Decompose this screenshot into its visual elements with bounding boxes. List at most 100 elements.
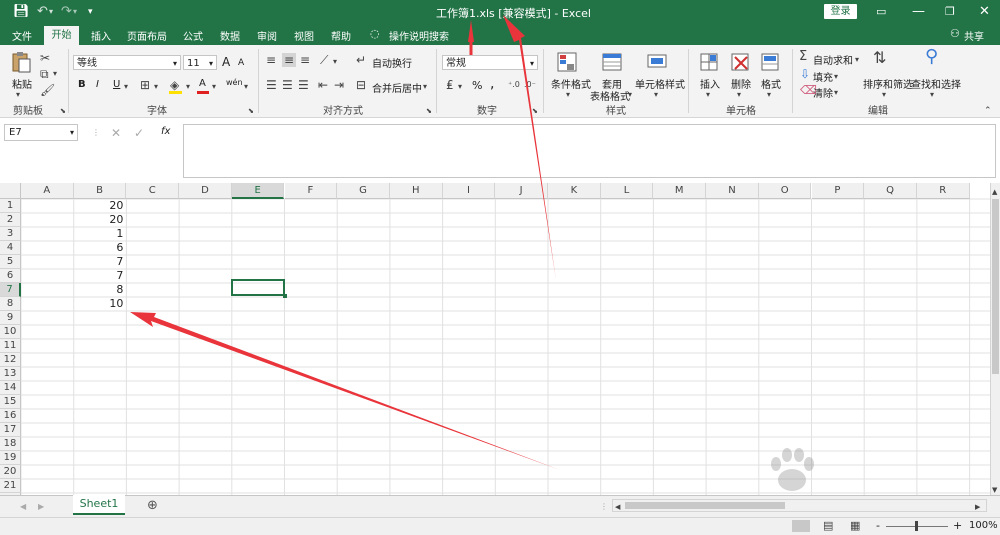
tab-data[interactable]: 数据: [220, 28, 240, 43]
cell-b5[interactable]: 7: [74, 255, 123, 269]
column-header-h[interactable]: H: [389, 183, 443, 199]
column-header-n[interactable]: N: [706, 183, 759, 199]
sort-filter-icon[interactable]: ⇅: [873, 50, 886, 66]
format-as-table-dropdown-icon[interactable]: ▾: [628, 88, 632, 102]
paste-button[interactable]: 粘贴: [12, 76, 32, 91]
page-break-view-icon[interactable]: ▦: [850, 519, 860, 533]
row-header-9[interactable]: 9: [0, 311, 21, 325]
phonetic-dropdown-icon[interactable]: ▾: [244, 80, 248, 94]
column-header-e[interactable]: E: [231, 183, 285, 199]
cell-b3[interactable]: 1: [74, 227, 123, 241]
fill-color-icon[interactable]: ◈: [170, 78, 179, 92]
format-as-table-label-2[interactable]: 表格格式: [590, 88, 630, 103]
row-header-19[interactable]: 19: [0, 451, 21, 465]
paste-icon[interactable]: [10, 51, 32, 73]
vertical-scrollbar[interactable]: ▲ ▼: [990, 183, 1000, 495]
row-header-17[interactable]: 17: [0, 423, 21, 437]
merge-dropdown-icon[interactable]: ▾: [423, 80, 427, 94]
insert-cells-icon[interactable]: [698, 51, 720, 73]
bold-button[interactable]: B: [78, 79, 86, 90]
row-header-11[interactable]: 11: [0, 339, 21, 353]
wrap-text-icon[interactable]: ↵: [356, 53, 366, 67]
formula-input[interactable]: [183, 124, 996, 178]
tab-insert[interactable]: 插入: [91, 28, 111, 43]
font-size-combo[interactable]: 11 ▾: [183, 55, 217, 70]
grow-font-button[interactable]: A: [222, 55, 230, 69]
fill-handle[interactable]: [283, 294, 287, 298]
clear-dropdown-icon[interactable]: ▾: [834, 86, 838, 100]
column-header-k[interactable]: K: [548, 183, 601, 199]
cell-styles-icon[interactable]: [646, 51, 668, 73]
format-painter-icon[interactable]: 🖌︎: [40, 83, 55, 97]
normal-view-icon[interactable]: [792, 520, 810, 532]
decrease-decimal-icon[interactable]: .0⁻: [524, 78, 536, 92]
font-color-dropdown-icon[interactable]: ▾: [212, 80, 216, 94]
row-header-21[interactable]: 21: [0, 479, 21, 493]
dialog-launcher-icon[interactable]: ⬊: [532, 104, 538, 118]
column-header-f[interactable]: F: [284, 183, 338, 199]
zoom-level[interactable]: 100%: [969, 520, 998, 531]
underline-button[interactable]: U: [113, 79, 120, 90]
active-cell[interactable]: [231, 279, 285, 296]
cell-b2[interactable]: 20: [74, 213, 123, 227]
borders-dropdown-icon[interactable]: ▾: [154, 80, 158, 94]
cell-styles-button[interactable]: 单元格样式: [635, 76, 685, 91]
cell-styles-dropdown-icon[interactable]: ▾: [654, 88, 658, 102]
sheet-tab-sheet1[interactable]: Sheet1: [73, 495, 125, 515]
align-left-icon[interactable]: ☰: [266, 78, 277, 92]
align-center-icon[interactable]: ☰: [282, 78, 293, 92]
autosum-dropdown-icon[interactable]: ▾: [855, 53, 859, 67]
tell-me-search[interactable]: 操作说明搜索: [389, 28, 449, 43]
fill-dropdown-icon[interactable]: ▾: [834, 70, 838, 84]
row-header-16[interactable]: 16: [0, 409, 21, 423]
increase-indent-icon[interactable]: ⇥: [334, 78, 344, 92]
align-middle-icon[interactable]: ≡: [282, 53, 297, 67]
number-format-combo[interactable]: 常规 ▾: [442, 55, 538, 70]
cancel-icon[interactable]: ✕: [111, 126, 121, 140]
cell-b4[interactable]: 6: [74, 241, 123, 255]
cell-b1[interactable]: 20: [74, 199, 123, 213]
close-icon[interactable]: ✕: [979, 4, 990, 20]
customize-toolbar-icon[interactable]: ▾: [88, 4, 93, 20]
add-sheet-button[interactable]: ⊕: [147, 498, 158, 513]
comma-button[interactable]: ,: [490, 76, 494, 92]
select-all-button[interactable]: [0, 183, 21, 199]
restore-icon[interactable]: ❐: [945, 4, 955, 20]
tab-home[interactable]: 开始: [44, 26, 79, 45]
fill-color-dropdown-icon[interactable]: ▾: [186, 80, 190, 94]
undo-icon[interactable]: ↶: [37, 4, 48, 20]
copy-dropdown-icon[interactable]: ▾: [53, 67, 57, 81]
format-cells-icon[interactable]: [759, 51, 781, 73]
tab-page-layout[interactable]: 页面布局: [127, 28, 167, 43]
name-box[interactable]: E7 ▾: [4, 124, 78, 141]
delete-cells-dropdown-icon[interactable]: ▾: [737, 88, 741, 102]
tab-formulas[interactable]: 公式: [183, 28, 203, 43]
cell-b7[interactable]: 8: [74, 283, 123, 297]
find-select-button[interactable]: 查找和选择: [911, 76, 961, 91]
conditional-formatting-button[interactable]: 条件格式: [551, 76, 591, 91]
row-header-8[interactable]: 8: [0, 297, 21, 311]
cut-icon[interactable]: ✂: [40, 51, 50, 65]
column-header-d[interactable]: D: [179, 183, 232, 199]
drag-handle-icon[interactable]: ⋮: [600, 500, 608, 514]
format-cells-dropdown-icon[interactable]: ▾: [767, 88, 771, 102]
row-header-13[interactable]: 13: [0, 367, 21, 381]
column-header-q[interactable]: Q: [864, 183, 917, 199]
row-header-7[interactable]: 7: [0, 283, 21, 297]
phonetic-button[interactable]: wén: [226, 78, 243, 87]
page-layout-view-icon[interactable]: ▤: [823, 519, 833, 533]
row-header-4[interactable]: 4: [0, 241, 21, 255]
merge-center-icon[interactable]: ⊟: [356, 78, 366, 92]
sort-filter-dropdown-icon[interactable]: ▾: [882, 88, 886, 102]
orientation-icon[interactable]: ⟋: [320, 53, 328, 67]
minimize-icon[interactable]: —: [912, 4, 925, 20]
login-button[interactable]: 登录: [824, 4, 857, 19]
underline-dropdown-icon[interactable]: ▾: [124, 80, 128, 94]
ribbon-display-options-icon[interactable]: ▭: [876, 4, 886, 20]
copy-icon[interactable]: ⧉: [40, 67, 49, 81]
collapse-ribbon-icon[interactable]: ⌃: [984, 104, 992, 118]
increase-decimal-icon[interactable]: ⁺.0: [508, 78, 520, 92]
row-header-18[interactable]: 18: [0, 437, 21, 451]
column-header-b[interactable]: B: [73, 183, 127, 199]
zoom-in-button[interactable]: +: [953, 519, 962, 532]
